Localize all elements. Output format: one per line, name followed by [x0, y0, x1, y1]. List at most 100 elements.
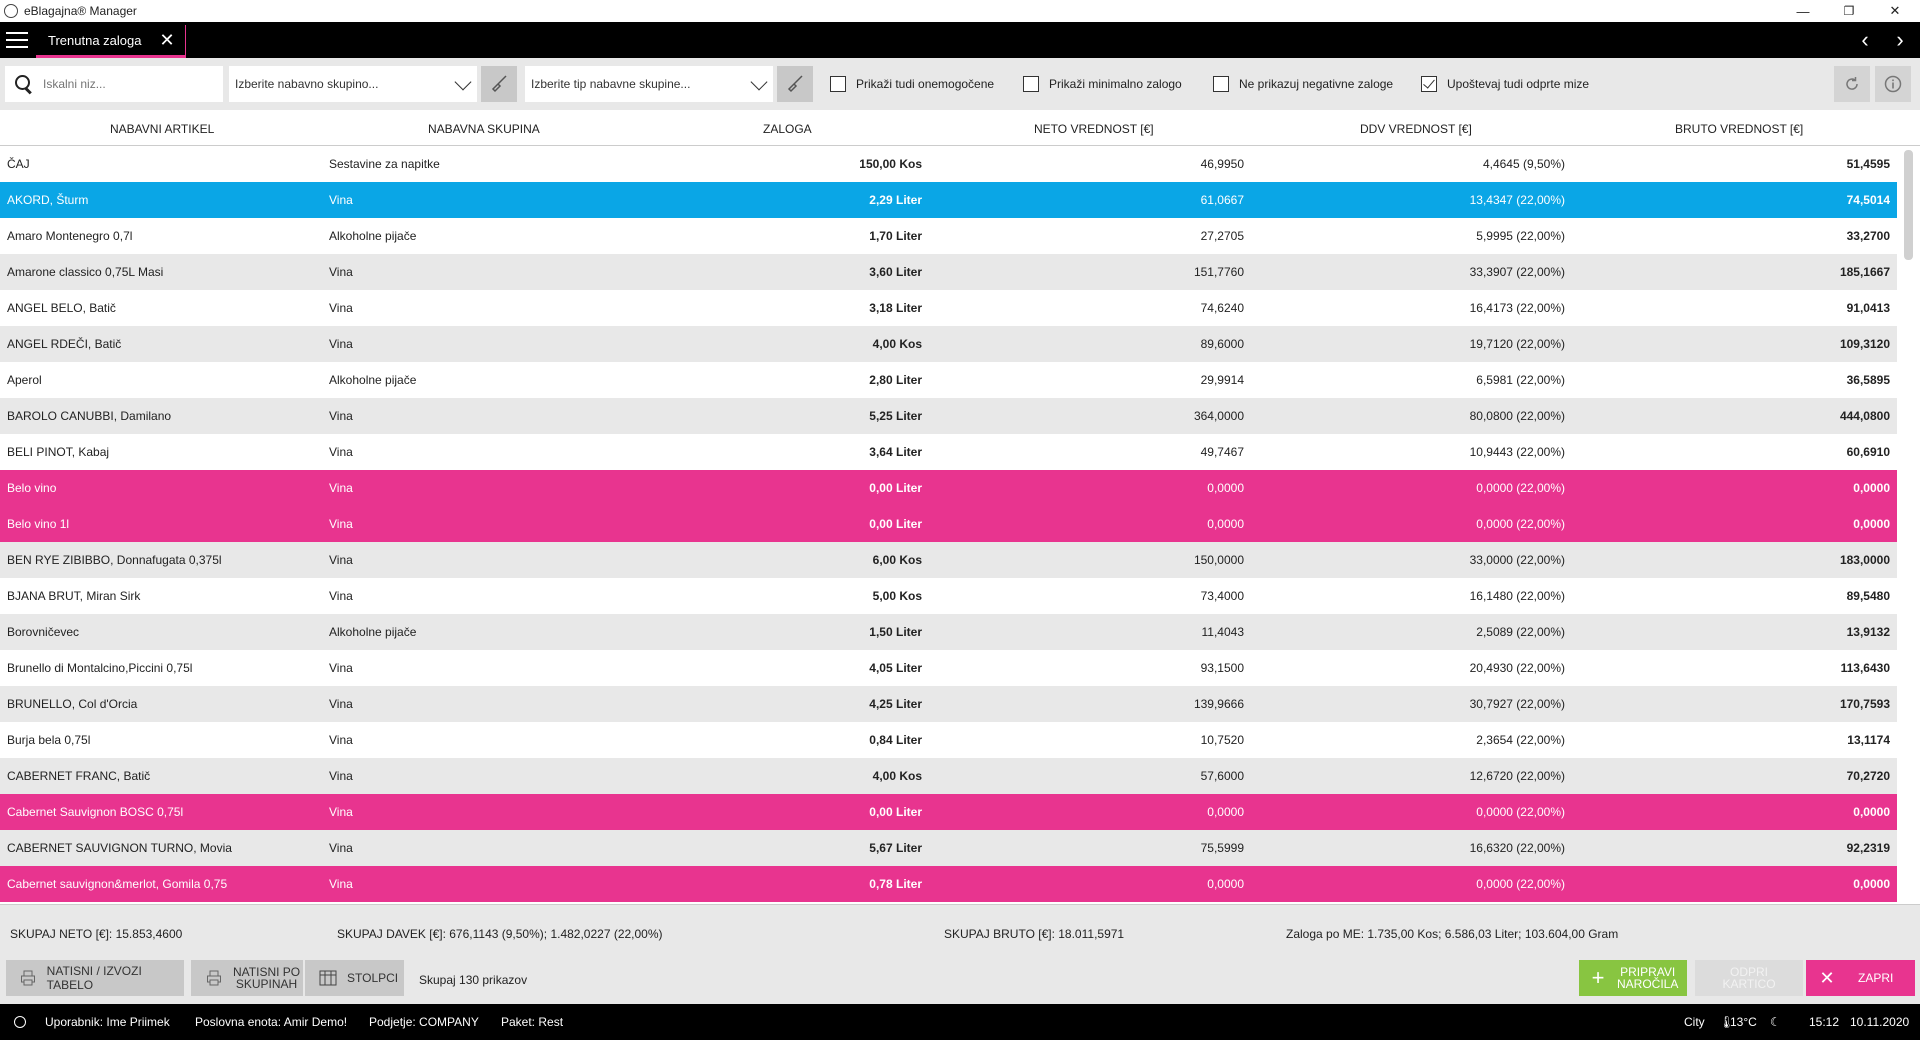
cell-net: 139,9666 — [1193, 697, 1244, 711]
column-header-gross[interactable]: BRUTO VREDNOST [€] — [1675, 122, 1803, 136]
column-header-article[interactable]: NABAVNI ARTIKEL — [110, 122, 214, 136]
table-row[interactable]: Brunello di Montalcino,Piccini 0,75l Vina… — [0, 650, 1897, 686]
search-input[interactable] — [43, 77, 193, 91]
cell-article: BRUNELLO, Col d'Orcia — [7, 697, 138, 711]
cell-net: 151,7760 — [1193, 265, 1244, 279]
checkbox-box[interactable] — [830, 76, 846, 92]
refresh-icon — [1846, 77, 1858, 90]
cell-vat: 0,0000 (22,00%) — [1476, 481, 1565, 495]
cell-article: BJANA BRUT, Miran Sirk — [7, 589, 141, 603]
checkbox-box[interactable] — [1421, 76, 1437, 92]
cell-gross: 113,6430 — [1840, 661, 1890, 675]
table-row[interactable]: BEN RYE ZIBIBBO, Donnafugata 0,375l Vina 6… — [0, 542, 1897, 578]
moon-icon: ☾ — [1770, 1015, 1781, 1029]
table-row[interactable]: BAROLO CANUBBI, Damilano Vina 5,25 Liter 36… — [0, 398, 1897, 434]
cell-stock: 1,50 Liter — [869, 625, 922, 639]
columns-icon — [315, 970, 341, 986]
cell-gross: 0,0000 — [1853, 805, 1890, 819]
table-row[interactable]: CABERNET FRANC, Batič Vina 4,00 Kos 57,6000… — [0, 758, 1897, 794]
cell-gross: 51,4595 — [1846, 157, 1890, 171]
cell-net: 29,9914 — [1200, 373, 1244, 387]
open-card-button[interactable]: ODPRI KARTICO — [1695, 960, 1803, 996]
table-row[interactable]: BJANA BRUT, Miran Sirk Vina 5,00 Kos 73,400… — [0, 578, 1897, 614]
table-row[interactable]: Cabernet Sauvignon BOSC 0,75l Vina 0,00 Li… — [0, 794, 1897, 830]
cell-article: Amaro Montenegro 0,7l — [7, 229, 133, 243]
prepare-orders-button[interactable]: + PRIPRAVI NAROČILA — [1579, 960, 1687, 996]
scrollbar-thumb[interactable] — [1904, 150, 1913, 260]
minimize-button[interactable]: — — [1780, 0, 1826, 22]
total-net: SKUPAJ NETO [€]: 15.853,4600 — [10, 927, 183, 941]
settings-icon[interactable] — [14, 1016, 26, 1028]
column-header-vat[interactable]: DDV VREDNOST [€] — [1360, 122, 1472, 136]
table-row[interactable]: ANGEL RDEČI, Batič Vina 4,00 Kos 89,6000 19,… — [0, 326, 1897, 362]
cell-stock: 6,00 Kos — [872, 553, 922, 567]
chevron-left-icon[interactable]: ‹ — [1850, 22, 1880, 58]
info-button[interactable] — [1875, 66, 1911, 102]
refresh-button[interactable] — [1834, 66, 1870, 102]
tab-bar: Trenutna zaloga ✕ ‹ › — [0, 22, 1920, 58]
table-row[interactable]: Burja bela 0,75l Vina 0,84 Liter 10,7520 2,3… — [0, 722, 1897, 758]
cell-article: Aperol — [7, 373, 42, 387]
cell-net: 73,4000 — [1200, 589, 1244, 603]
summary-bar: SKUPAJ NETO [€]: 15.853,4600 SKUPAJ DAVE… — [0, 904, 1920, 956]
table-row[interactable]: Amaro Montenegro 0,7l Alkoholne pijače 1,7… — [0, 218, 1897, 254]
restore-button[interactable]: ❐ — [1826, 0, 1872, 22]
close-button[interactable]: ✕ ZAPRI — [1806, 960, 1915, 996]
table-row[interactable]: Borovničevec Alkoholne pijače 1,50 Liter 11… — [0, 614, 1897, 650]
search-box[interactable] — [5, 66, 223, 102]
table-row[interactable]: CABERNET SAUVIGNON TURNO, Movia Vina 5,67 … — [0, 830, 1897, 866]
column-header-group[interactable]: NABAVNA SKUPINA — [428, 122, 540, 136]
vertical-scrollbar[interactable] — [1897, 146, 1920, 904]
table-row[interactable]: Belo vino Vina 0,00 Liter 0,0000 0,0000 (22,… — [0, 470, 1897, 506]
cell-net: 0,0000 — [1207, 481, 1244, 495]
cell-article: Amarone classico 0,75L Masi — [7, 265, 164, 279]
cell-gross: 0,0000 — [1853, 877, 1890, 891]
column-header-net[interactable]: NETO VREDNOST [€] — [1034, 122, 1154, 136]
checkbox-show-min-stock[interactable]: Prikaži minimalno zalogo — [1023, 76, 1182, 92]
table-row[interactable]: ANGEL BELO, Batič Vina 3,18 Liter 74,6240 16… — [0, 290, 1897, 326]
cell-article: ANGEL BELO, Batič — [7, 301, 116, 315]
status-city: City — [1684, 1015, 1705, 1029]
cell-vat: 0,0000 (22,00%) — [1476, 517, 1565, 531]
type-dropdown[interactable]: Izberite tip nabavne skupine... — [525, 66, 773, 102]
checkbox-show-disabled[interactable]: Prikaži tudi onemogočene — [830, 76, 994, 92]
checkbox-box[interactable] — [1023, 76, 1039, 92]
table-row[interactable]: Cabernet sauvignon&merlot, Gomila 0,75 Vi… — [0, 866, 1897, 902]
cell-vat: 16,4173 (22,00%) — [1469, 301, 1565, 315]
checkbox-include-open-tables[interactable]: Upoštevaj tudi odprte mize — [1421, 76, 1589, 92]
tab-current-stock[interactable]: Trenutna zaloga ✕ — [36, 25, 186, 58]
print-export-button[interactable]: NATISNI / IZVOZI TABELO — [6, 960, 184, 996]
cell-net: 93,1500 — [1200, 661, 1244, 675]
table-row[interactable]: BELI PINOT, Kabaj Vina 3,64 Liter 49,7467 10… — [0, 434, 1897, 470]
cell-stock: 3,60 Liter — [869, 265, 922, 279]
column-header-stock[interactable]: ZALOGA — [763, 122, 812, 136]
table-row[interactable]: Aperol Alkoholne pijače 2,80 Liter 29,9914 6… — [0, 362, 1897, 398]
clear-type-button[interactable] — [777, 66, 813, 102]
cell-vat: 0,0000 (22,00%) — [1476, 805, 1565, 819]
close-window-button[interactable]: ✕ — [1872, 0, 1918, 22]
group-dropdown[interactable]: Izberite nabavno skupino... — [229, 66, 477, 102]
title-bar: eBlagajna® Manager — ❐ ✕ — [0, 0, 1920, 22]
cell-vat: 0,0000 (22,00%) — [1476, 877, 1565, 891]
stock-by-unit: Zaloga po ME: 1.735,00 Kos; 6.586,03 Lit… — [1286, 927, 1619, 941]
table-row[interactable]: ČAJ Sestavine za napitke 150,00 Kos 46,9950… — [0, 146, 1897, 182]
table-row[interactable]: Amarone classico 0,75L Masi Vina 3,60 Lite… — [0, 254, 1897, 290]
chevron-right-icon[interactable]: › — [1885, 22, 1915, 58]
print-by-groups-label: NATISNI PO SKUPINAH — [233, 965, 301, 991]
cell-gross: 89,5480 — [1846, 589, 1890, 603]
checkbox-box[interactable] — [1213, 76, 1229, 92]
table-row[interactable]: Belo vino 1l Vina 0,00 Liter 0,0000 0,0000 (… — [0, 506, 1897, 542]
menu-icon[interactable] — [6, 32, 28, 48]
cell-group: Sestavine za napitke — [329, 157, 440, 171]
table-row[interactable]: BRUNELLO, Col d'Orcia Vina 4,25 Liter 139,9… — [0, 686, 1897, 722]
cell-net: 46,9950 — [1200, 157, 1244, 171]
cell-group: Alkoholne pijače — [329, 229, 417, 243]
table-row[interactable]: AKORD, Šturm Vina 2,29 Liter 61,0667 13,4347… — [0, 182, 1897, 218]
clear-group-button[interactable] — [481, 66, 517, 102]
cell-group: Vina — [329, 193, 353, 207]
cell-net: 61,0667 — [1200, 193, 1244, 207]
print-by-groups-button[interactable]: NATISNI PO SKUPINAH — [191, 960, 303, 996]
checkbox-hide-negative[interactable]: Ne prikazuj negativne zaloge — [1213, 76, 1393, 92]
columns-button[interactable]: STOLPCI — [305, 960, 404, 996]
tab-close-icon[interactable]: ✕ — [159, 30, 174, 51]
